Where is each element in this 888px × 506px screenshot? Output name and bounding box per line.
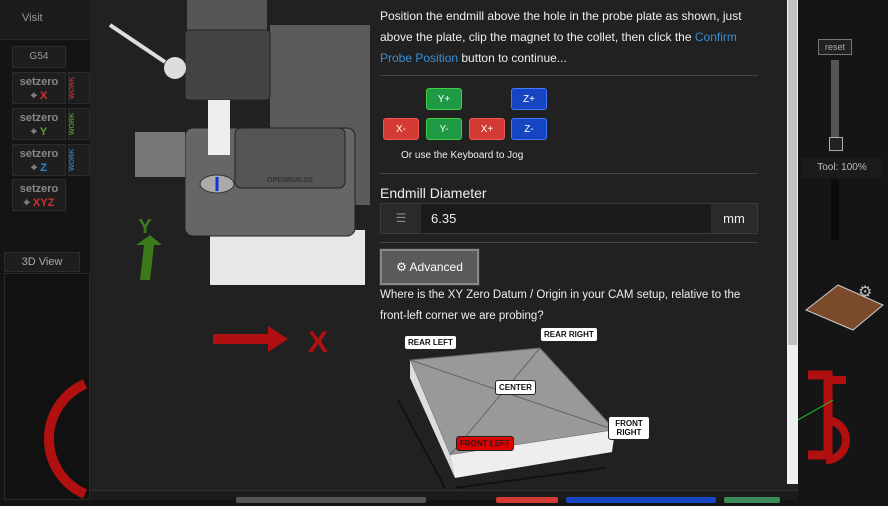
work-y-button[interactable]: WORK <box>68 108 90 140</box>
x-axis-label: X <box>308 326 328 359</box>
setzero-xyz-button[interactable]: setzero ⌖ XYZ <box>12 179 66 211</box>
reset-button[interactable]: reset <box>818 39 852 55</box>
endmill-diameter-label: Endmill Diameter <box>380 185 487 201</box>
footer-button-cancel[interactable] <box>236 497 426 503</box>
wcs-button[interactable]: G54 <box>12 46 66 68</box>
datum-diagram: REAR LEFT REAR RIGHT CENTER FRONT RIGHT … <box>390 327 650 490</box>
jog-z-plus-button[interactable]: Z+ <box>511 88 547 110</box>
scrollbar[interactable] <box>787 0 798 484</box>
datum-rear-left[interactable]: REAR LEFT <box>404 335 457 350</box>
divider <box>380 173 758 174</box>
y-axis-label: Y <box>138 216 152 238</box>
jog-y-plus-button[interactable]: Y+ <box>426 88 462 110</box>
datum-front-left[interactable]: FRONT LEFT <box>456 436 514 451</box>
setzero-y-button[interactable]: setzero ⌖ Y <box>12 108 66 140</box>
right-panel: ⚙ <box>798 0 888 500</box>
brand-logo: OPENBUILDS <box>267 177 313 184</box>
visit-tab[interactable]: Visit <box>22 12 43 24</box>
jog-z-minus-button[interactable]: Z- <box>511 118 547 140</box>
datum-center[interactable]: CENTER <box>495 380 536 395</box>
divider <box>380 75 758 76</box>
keyboard-jog-hint: Or use the Keyboard to Jog <box>401 150 524 161</box>
footer-button-blue[interactable] <box>566 497 716 503</box>
crosshair-icon: ⌖ <box>31 162 41 174</box>
datum-front-right[interactable]: FRONT RIGHT <box>608 416 650 440</box>
instructions-text: Position the endmill above the hole in t… <box>380 9 742 65</box>
advanced-button[interactable]: ⚙ Advanced <box>380 249 479 285</box>
divider <box>380 242 758 243</box>
setzero-x-button[interactable]: setzero ⌖ X <box>12 72 66 104</box>
setzero-z-button[interactable]: setzero ⌖ Z <box>12 144 66 176</box>
override-slider-track[interactable] <box>831 60 839 144</box>
gear-icon[interactable]: ⚙ <box>858 282 872 302</box>
datum-question: Where is the XY Zero Datum / Origin in y… <box>380 289 741 322</box>
scrollbar-thumb[interactable] <box>788 0 797 345</box>
jog-y-minus-button[interactable]: Y- <box>426 118 462 140</box>
gears-icon: ⚙ <box>396 260 410 274</box>
override-slider-handle[interactable] <box>829 137 843 151</box>
footer-button-green[interactable] <box>724 497 780 503</box>
machine-preview <box>798 284 884 464</box>
endmill-diameter-input[interactable]: 6.35 <box>421 204 711 233</box>
3d-viewer[interactable] <box>4 273 90 500</box>
crosshair-icon: ⌖ <box>30 90 40 102</box>
endmill-icon: ☰ <box>395 211 407 225</box>
tab-3d-view[interactable]: 3D View <box>4 252 80 272</box>
probe-illustration: OPENBUILDS Y X <box>90 0 375 360</box>
crosshair-icon: ⌖ <box>23 197 33 209</box>
tool-slider[interactable] <box>831 180 839 240</box>
tool-override-label: Tool: 100% <box>802 158 882 178</box>
jog-x-minus-button[interactable]: X- <box>383 118 419 140</box>
probe-wizard-modal: OPENBUILDS Y X Position the endmill abov… <box>90 0 798 503</box>
crosshair-icon: ⌖ <box>30 126 40 138</box>
datum-rear-right[interactable]: REAR RIGHT <box>540 327 598 342</box>
jog-x-plus-button[interactable]: X+ <box>469 118 505 140</box>
work-x-button[interactable]: WORK <box>68 72 90 104</box>
footer-button-red[interactable] <box>496 497 558 503</box>
endmill-diameter-input-group: ☰ 6.35 mm <box>380 203 758 234</box>
work-z-button[interactable]: WORK <box>68 144 90 176</box>
unit-label: mm <box>723 211 745 226</box>
